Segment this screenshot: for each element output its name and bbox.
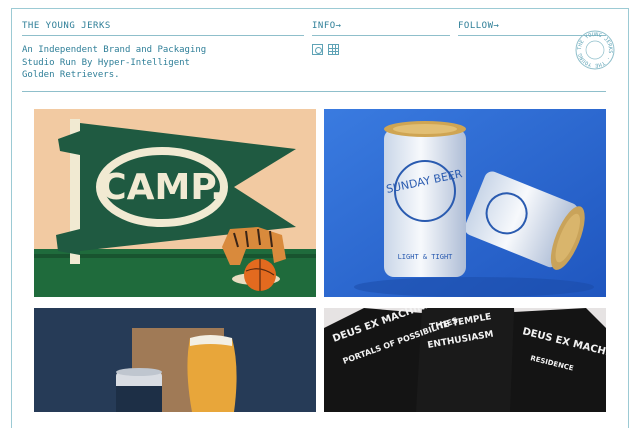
camp-pennant-tile[interactable]: CAMP. (34, 109, 316, 297)
brand-link[interactable]: THE YOUNG JERKS (22, 21, 111, 31)
dark-beer-tile[interactable] (34, 308, 316, 412)
pennant-text: CAMP. (100, 167, 224, 208)
header-divider (22, 91, 606, 92)
social-icons (312, 44, 339, 55)
deus-ex-machina-shirts-tile[interactable]: DEUS EX MACHINA PORTALS OF POSSIBILITIES… (324, 308, 606, 412)
info-rule (312, 35, 450, 36)
can-footer: LIGHT & TIGHT (398, 253, 454, 261)
grid-icon[interactable] (328, 44, 339, 55)
follow-link[interactable]: FOLLOW→ (458, 21, 499, 31)
brand-rule (22, 35, 304, 36)
info-link[interactable]: INFO→ (312, 21, 342, 31)
studio-seal-logo[interactable]: THE YOUNG JERKS · THE YOUNG JERKS · (575, 30, 615, 70)
instagram-icon[interactable] (312, 44, 323, 55)
studio-tagline: An Independent Brand and Packaging Studi… (22, 45, 207, 80)
sunday-beer-tile[interactable]: SUNDAY BEER LIGHT & TIGHT (324, 109, 606, 297)
